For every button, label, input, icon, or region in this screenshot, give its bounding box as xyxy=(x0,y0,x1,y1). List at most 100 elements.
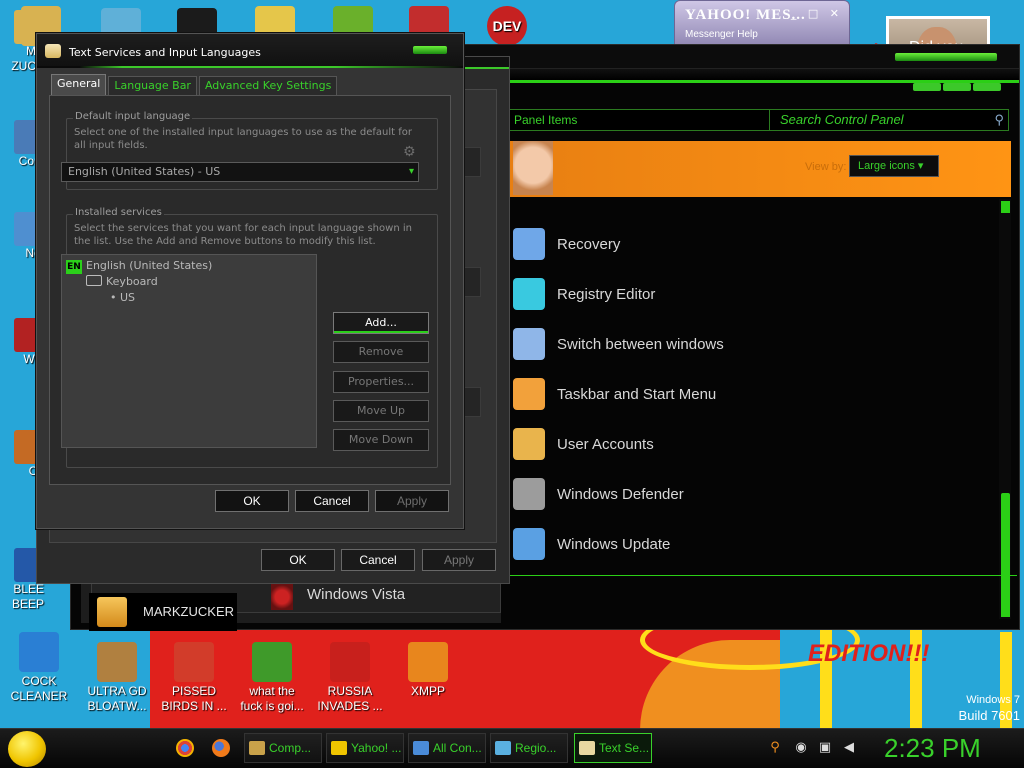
desktop-icon[interactable]: PISSED BIRDS IN ... xyxy=(153,642,235,714)
control-panel-item-label[interactable]: Recovery xyxy=(557,236,620,253)
default-language-value[interactable]: English (United States) - US xyxy=(68,165,220,178)
scroll-up-arrow[interactable] xyxy=(1001,201,1010,213)
control-panel-item[interactable]: Recovery xyxy=(513,227,620,261)
search-icon[interactable]: ⚲ xyxy=(994,110,1004,130)
taskbar-button[interactable]: Text Se... xyxy=(574,733,652,763)
control-panel-item[interactable]: Windows Update xyxy=(513,527,670,561)
apply-button[interactable]: Apply xyxy=(422,549,496,571)
desktop-icon[interactable]: RUSSIA INVADES ... xyxy=(309,642,391,714)
yahoo-menu[interactable]: Messenger Help xyxy=(685,29,758,40)
control-panel-item-label[interactable]: Windows Update xyxy=(557,536,670,553)
tree-item-layout[interactable]: • US xyxy=(110,291,135,305)
list-item-label[interactable]: Windows Vista xyxy=(307,586,405,603)
control-panel-item-label[interactable]: Windows Defender xyxy=(557,486,684,503)
control-panel-item[interactable]: Taskbar and Start Menu xyxy=(513,377,716,411)
desktop-icon[interactable]: COCK CLEANER xyxy=(0,632,80,704)
tab-advanced-key-settings[interactable]: Advanced Key Settings xyxy=(198,76,338,96)
desktop-icon-label[interactable]: BLEE BEEP xyxy=(0,582,44,612)
desktop-icon-label[interactable]: PISSED BIRDS IN ... xyxy=(153,684,235,714)
control-panel-item[interactable]: Registry Editor xyxy=(513,277,655,311)
taskbar-button[interactable]: All Con... xyxy=(408,733,486,763)
control-panel-item[interactable]: User Accounts xyxy=(513,427,654,461)
tab-general[interactable]: General xyxy=(51,74,107,96)
network-icon[interactable]: ▣ xyxy=(816,739,834,757)
close-icon[interactable] xyxy=(973,83,1001,91)
desktop-icon-label[interactable]: ULTRA GD BLOATW... xyxy=(76,684,158,714)
switch-windows-icon xyxy=(513,328,545,360)
control-panel-item[interactable]: Windows Defender xyxy=(513,477,684,511)
tree-item-label[interactable]: US xyxy=(120,291,135,304)
ok-button[interactable]: OK xyxy=(261,549,335,571)
minimize-icon[interactable] xyxy=(913,83,941,91)
remove-button[interactable]: Remove xyxy=(333,341,429,363)
desktop-icon-label[interactable]: DEV xyxy=(493,18,522,34)
desktop-icon[interactable]: ULTRA GD BLOATW... xyxy=(76,642,158,714)
default-language-select[interactable]: English (United States) - US ▾ xyxy=(61,162,419,182)
tab-language-bar[interactable]: Language Bar xyxy=(108,76,197,96)
properties-button[interactable]: Properties... xyxy=(333,371,429,393)
taskbar-button-label[interactable]: Text Se... xyxy=(599,741,649,755)
chrome-icon[interactable] xyxy=(176,739,194,757)
yahoo-messenger-window[interactable]: YAHOO! MES... Messenger Help _ □ ✕ xyxy=(674,0,850,48)
dialog-title: Text Services and Input Languages xyxy=(69,46,261,59)
windows-vista-icon xyxy=(271,584,293,610)
desktop-icon[interactable]: what the fuck is goi... xyxy=(231,642,313,714)
move-down-button[interactable]: Move Down xyxy=(333,429,429,451)
dialog-titlebar[interactable]: Text Services and Input Languages xyxy=(37,34,463,68)
taskbar-button-icon xyxy=(331,741,347,755)
control-panel-item-label[interactable]: Registry Editor xyxy=(557,286,655,303)
close-icon[interactable] xyxy=(413,46,447,54)
breadcrumb[interactable]: Panel Items xyxy=(514,113,577,127)
chevron-down-icon[interactable]: ▾ xyxy=(409,163,414,181)
start-button[interactable] xyxy=(8,731,46,767)
taskbar-button[interactable]: Comp... xyxy=(244,733,322,763)
taskbar-button-label[interactable]: All Con... xyxy=(433,741,482,755)
ok-button[interactable]: OK xyxy=(215,490,289,512)
taskbar-button-label[interactable]: Regio... xyxy=(515,741,556,755)
move-up-button[interactable]: Move Up xyxy=(333,400,429,422)
desktop-icon-image: DEV xyxy=(487,6,527,46)
desktop-icon[interactable]: XMPP xyxy=(387,642,469,699)
window-controls[interactable] xyxy=(913,83,1001,91)
apply-button[interactable]: Apply xyxy=(375,490,449,512)
add-button[interactable]: Add... xyxy=(333,312,429,334)
desktop-icon[interactable]: DEV xyxy=(480,6,534,48)
text-services-dialog[interactable]: Text Services and Input Languages Genera… xyxy=(36,33,464,529)
maximize-icon[interactable] xyxy=(943,83,971,91)
desktop-icon-label[interactable]: XMPP xyxy=(387,684,469,699)
tree-item-label[interactable]: Keyboard xyxy=(106,275,158,288)
taskbar-button[interactable]: Yahoo! ... xyxy=(326,733,404,763)
registry-editor-icon xyxy=(513,278,545,310)
tree-item-language[interactable]: EN English (United States) xyxy=(66,259,212,274)
user-name[interactable]: MARKZUCKER xyxy=(143,604,234,619)
search-placeholder[interactable]: Search Control Panel xyxy=(780,112,904,127)
firefox-icon[interactable] xyxy=(212,739,230,757)
search-input[interactable]: Search Control Panel ⚲ xyxy=(769,109,1009,131)
control-panel-item-label[interactable]: Switch between windows xyxy=(557,336,724,353)
taskbar-button-label[interactable]: Comp... xyxy=(269,741,311,755)
desktop-icon-image xyxy=(408,642,448,682)
control-panel-item-label[interactable]: Taskbar and Start Menu xyxy=(557,386,716,403)
installed-services-tree[interactable]: EN English (United States) Keyboard • US xyxy=(61,254,317,448)
desktop-icon-label[interactable]: COCK CLEANER xyxy=(0,674,80,704)
control-panel-item[interactable]: Switch between windows xyxy=(513,327,724,361)
tree-item-label[interactable]: English (United States) xyxy=(86,259,212,272)
action-center-icon[interactable]: ◉ xyxy=(792,739,810,757)
search-icon[interactable]: ⚲ xyxy=(766,739,784,757)
yahoo-window-controls[interactable]: _ □ ✕ xyxy=(791,7,843,20)
taskbar-button-label[interactable]: Yahoo! ... xyxy=(351,741,401,755)
cancel-button[interactable]: Cancel xyxy=(341,549,415,571)
scrollbar[interactable] xyxy=(999,199,1011,619)
cancel-button[interactable]: Cancel xyxy=(295,490,369,512)
clock[interactable]: 2:23 PM xyxy=(884,733,981,764)
volume-icon[interactable]: ◀ xyxy=(840,739,858,757)
taskbar-button[interactable]: Regio... xyxy=(490,733,568,763)
view-by-dropdown[interactable]: Large icons ▾ xyxy=(849,155,939,177)
tree-item-keyboard[interactable]: Keyboard xyxy=(86,275,158,289)
desktop-icon-label[interactable]: what the fuck is goi... xyxy=(231,684,313,714)
close-icon[interactable] xyxy=(895,53,997,61)
user-account-entry[interactable]: MARKZUCKER xyxy=(89,593,237,631)
desktop-icon-label[interactable]: RUSSIA INVADES ... xyxy=(309,684,391,714)
control-panel-item-label[interactable]: User Accounts xyxy=(557,436,654,453)
view-by-value[interactable]: Large icons xyxy=(858,160,915,172)
